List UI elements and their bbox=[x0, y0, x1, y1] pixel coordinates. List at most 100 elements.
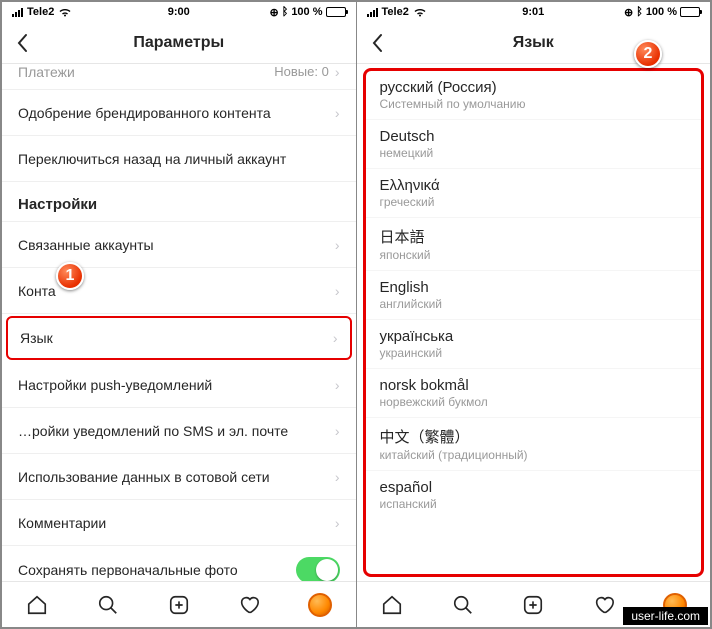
language-sub: украинский bbox=[380, 346, 688, 360]
language-sub: китайский (традиционный) bbox=[380, 448, 688, 462]
language-item[interactable]: Englishанглийский bbox=[366, 271, 702, 320]
wifi-icon bbox=[413, 7, 427, 17]
toggle-switch[interactable] bbox=[296, 557, 340, 581]
nav-header: Параметры bbox=[2, 22, 356, 64]
tab-home[interactable] bbox=[25, 593, 49, 617]
battery-percent: 100 % bbox=[291, 6, 322, 18]
language-list: русский (Россия)Системный по умолчанию D… bbox=[357, 64, 711, 581]
battery-percent: 100 % bbox=[646, 6, 677, 18]
back-button[interactable] bbox=[357, 22, 397, 64]
tab-activity[interactable] bbox=[237, 593, 261, 617]
phone-right: Tele2 9:01 ⊕ ᛒ 100 % Язык 2 русский (Рос… bbox=[357, 2, 711, 627]
row-contacts[interactable]: Конта › 1 bbox=[2, 268, 356, 314]
nav-header: Язык 2 bbox=[357, 22, 711, 64]
bluetooth-icon: ᛒ bbox=[282, 6, 289, 18]
row-cellular[interactable]: Использование данных в сотовой сети › bbox=[2, 454, 356, 500]
phone-left: Tele2 9:00 ⊕ ᛒ 100 % Параметры Платежи Н… bbox=[2, 2, 357, 627]
language-name: español bbox=[380, 479, 688, 496]
language-list-highlight: русский (Россия)Системный по умолчанию D… bbox=[363, 68, 705, 577]
language-name: Ελληνικά bbox=[380, 177, 688, 194]
carrier-label: Tele2 bbox=[382, 6, 409, 18]
status-bar: Tele2 9:01 ⊕ ᛒ 100 % bbox=[357, 2, 711, 22]
language-sub: норвежский букмол bbox=[380, 395, 688, 409]
row-sms-email[interactable]: …ройки уведомлений по SMS и эл. почте › bbox=[2, 408, 356, 454]
tab-profile[interactable] bbox=[308, 593, 332, 617]
tab-search[interactable] bbox=[451, 593, 475, 617]
settings-list: Платежи Новые: 0 › Одобрение брендирован… bbox=[2, 64, 356, 581]
tab-search[interactable] bbox=[96, 593, 120, 617]
tab-bar bbox=[2, 581, 356, 627]
chevron-right-icon: › bbox=[335, 423, 340, 439]
row-comments[interactable]: Комментарии › bbox=[2, 500, 356, 546]
row-label: Комментарии bbox=[18, 515, 335, 531]
plus-square-icon bbox=[168, 594, 190, 616]
chevron-left-icon bbox=[371, 33, 383, 53]
row-label: Одобрение брендированного контента bbox=[18, 105, 335, 121]
language-sub: Системный по умолчанию bbox=[380, 97, 688, 111]
status-time: 9:00 bbox=[123, 6, 234, 18]
chevron-right-icon: › bbox=[335, 469, 340, 485]
back-button[interactable] bbox=[2, 22, 42, 64]
row-branded-content[interactable]: Одобрение брендированного контента › bbox=[2, 90, 356, 136]
watermark: user-life.com bbox=[623, 607, 708, 625]
row-label: …ройки уведомлений по SMS и эл. почте bbox=[18, 423, 335, 439]
alarm-icon: ⊕ bbox=[269, 6, 278, 19]
callout-1: 1 bbox=[56, 262, 84, 290]
language-name: norsk bokmål bbox=[380, 377, 688, 394]
row-linked-accounts[interactable]: Связанные аккаунты › bbox=[2, 222, 356, 268]
section-title: Настройки bbox=[2, 182, 356, 222]
language-sub: испанский bbox=[380, 497, 688, 511]
row-label: Платежи bbox=[18, 64, 274, 80]
tab-activity[interactable] bbox=[592, 593, 616, 617]
language-name: українська bbox=[380, 328, 688, 345]
tab-new-post[interactable] bbox=[521, 593, 545, 617]
chevron-right-icon: › bbox=[333, 330, 338, 346]
page-title: Параметры bbox=[2, 34, 356, 52]
chevron-right-icon: › bbox=[335, 64, 340, 80]
tab-new-post[interactable] bbox=[167, 593, 191, 617]
row-push[interactable]: Настройки push-уведомлений › bbox=[2, 362, 356, 408]
row-label: Сохранять первоначальные фото bbox=[18, 562, 296, 578]
row-label: Переключиться назад на личный аккаунт bbox=[18, 151, 340, 167]
chevron-right-icon: › bbox=[335, 237, 340, 253]
row-badge: Новые: 0 bbox=[274, 64, 329, 79]
language-item[interactable]: Ελληνικάгреческий bbox=[366, 169, 702, 218]
callout-2: 2 bbox=[634, 40, 662, 68]
row-save-original-photos[interactable]: Сохранять первоначальные фото bbox=[2, 546, 356, 581]
language-sub: английский bbox=[380, 297, 688, 311]
row-label: Настройки push-уведомлений bbox=[18, 377, 335, 393]
tab-home[interactable] bbox=[380, 593, 404, 617]
row-payments[interactable]: Платежи Новые: 0 › bbox=[2, 64, 356, 90]
language-item[interactable]: українськаукраинский bbox=[366, 320, 702, 369]
language-item[interactable]: Deutschнемецкий bbox=[366, 120, 702, 169]
status-time: 9:01 bbox=[478, 6, 589, 18]
battery-icon bbox=[326, 7, 346, 17]
search-icon bbox=[452, 594, 474, 616]
language-item[interactable]: 日本語японский bbox=[366, 218, 702, 271]
plus-square-icon bbox=[522, 594, 544, 616]
language-sub: немецкий bbox=[380, 146, 688, 160]
battery-icon bbox=[680, 7, 700, 17]
search-icon bbox=[97, 594, 119, 616]
row-language[interactable]: Язык › bbox=[6, 316, 352, 360]
row-switch-personal[interactable]: Переключиться назад на личный аккаунт bbox=[2, 136, 356, 182]
language-item[interactable]: 中文（繁體）китайский (традиционный) bbox=[366, 418, 702, 471]
row-label: Связанные аккаунты bbox=[18, 237, 335, 253]
chevron-right-icon: › bbox=[335, 283, 340, 299]
language-item[interactable]: русский (Россия)Системный по умолчанию bbox=[366, 71, 702, 120]
language-name: 中文（繁體） bbox=[380, 426, 688, 447]
alarm-icon: ⊕ bbox=[624, 6, 633, 19]
heart-icon bbox=[238, 594, 260, 616]
screenshot-container: Tele2 9:00 ⊕ ᛒ 100 % Параметры Платежи Н… bbox=[0, 0, 712, 629]
carrier-label: Tele2 bbox=[27, 6, 54, 18]
signal-icon bbox=[367, 8, 378, 17]
status-bar: Tele2 9:00 ⊕ ᛒ 100 % bbox=[2, 2, 356, 22]
language-sub: греческий bbox=[380, 195, 688, 209]
language-item[interactable]: españolиспанский bbox=[366, 471, 702, 519]
profile-avatar-icon bbox=[308, 593, 332, 617]
language-item[interactable]: norsk bokmålнорвежский букмол bbox=[366, 369, 702, 418]
chevron-right-icon: › bbox=[335, 105, 340, 121]
home-icon bbox=[26, 594, 48, 616]
home-icon bbox=[381, 594, 403, 616]
bluetooth-icon: ᛒ bbox=[636, 6, 643, 18]
